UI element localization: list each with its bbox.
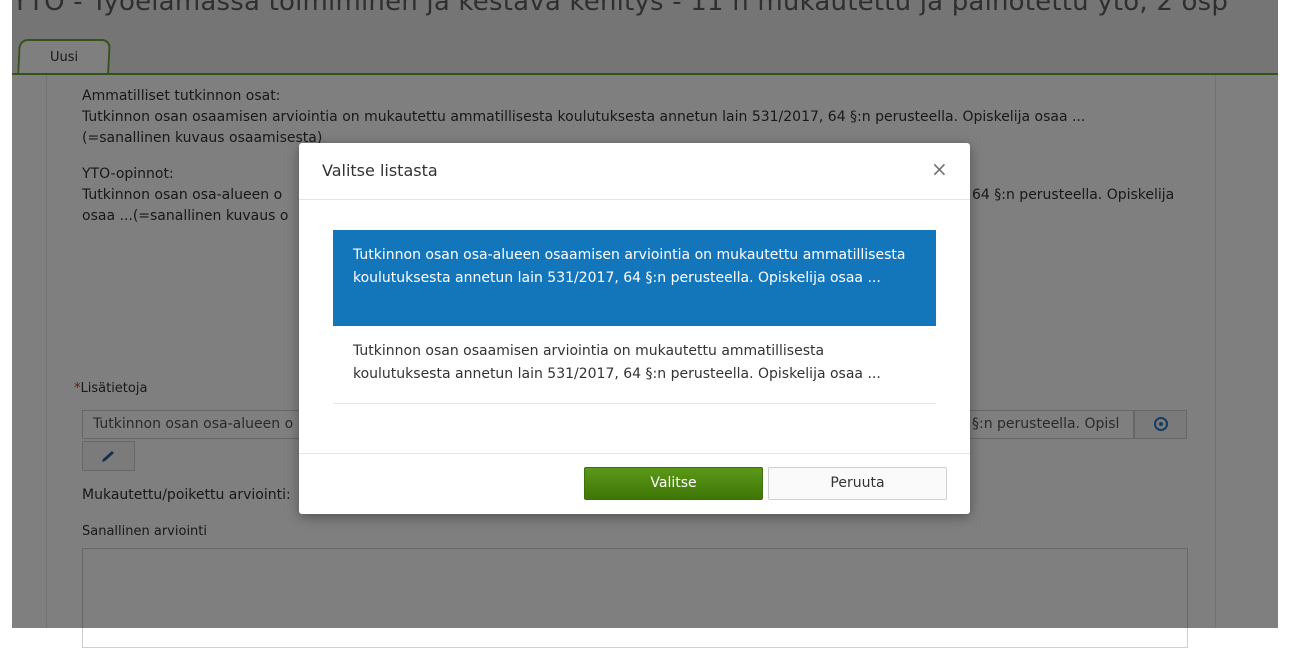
- list-item[interactable]: Tutkinnon osan osaamisen arviointia on m…: [333, 326, 936, 404]
- list-item-selected[interactable]: Tutkinnon osan osa-alueen osaamisen arvi…: [333, 230, 936, 326]
- peruuta-button[interactable]: Peruuta: [768, 467, 947, 500]
- right-margin: [1278, 0, 1292, 628]
- dialog-footer-divider: [299, 453, 970, 454]
- left-margin: [0, 0, 12, 628]
- option-list: Tutkinnon osan osa-alueen osaamisen arvi…: [333, 230, 936, 404]
- dialog-header-divider: [299, 199, 970, 200]
- valitse-button[interactable]: Valitse: [584, 467, 763, 500]
- select-from-list-dialog: Valitse listasta × Tutkinnon osan osa-al…: [299, 143, 970, 514]
- close-icon[interactable]: ×: [931, 159, 948, 179]
- dialog-title: Valitse listasta: [322, 161, 438, 180]
